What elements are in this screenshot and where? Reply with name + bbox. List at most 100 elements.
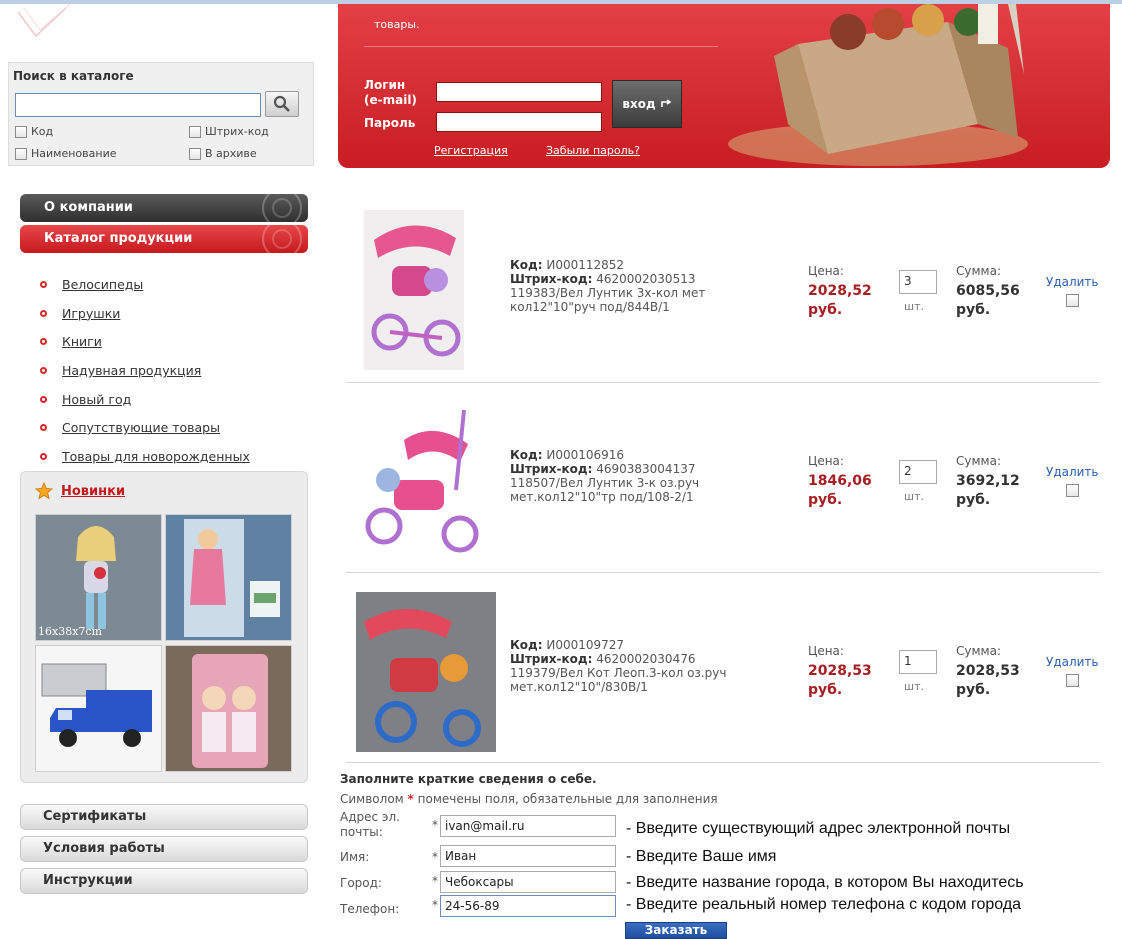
product-code: И000106916 [546,448,625,462]
bullet-icon [40,366,47,374]
barcode-label: Штрих-код: [510,652,593,666]
required-mark: * [432,818,438,832]
price-label: Цена: [808,644,844,658]
delete-label: Удалить [1046,275,1099,289]
search-input[interactable] [15,93,261,117]
category-link-newborn[interactable]: Товары для новорожденных [62,449,250,464]
truck-image [36,646,161,771]
email-label: Адрес эл. почты: [340,810,400,839]
gift-box-image [728,4,1028,166]
product-name: 118507/Вел Лунтик 3-к оз.руч мет.кол12"1… [510,476,700,504]
category-link-toys[interactable]: Игрушки [62,306,120,321]
category-link-books[interactable]: Книги [62,334,102,349]
barcode-label: Штрих-код: [510,462,593,476]
checkbox[interactable] [15,125,27,138]
required-mark: * [432,898,438,912]
new-product-thumb-doll-boxed[interactable] [165,514,292,641]
menu-terms[interactable]: Условия работы [20,836,308,862]
thumb-caption: 16x38x7cm [38,625,102,638]
product-image-1[interactable] [364,210,464,370]
logo[interactable] [0,4,318,60]
delete-checkbox[interactable] [1066,674,1079,687]
sum-label: Сумма: [956,454,1001,468]
quantity-unit: шт. [904,300,924,313]
search-button[interactable] [265,91,299,117]
price-label: Цена: [808,454,844,468]
new-product-thumb-dolls-set[interactable] [165,645,292,772]
product-code: И000109727 [546,638,625,652]
required-star: * [407,792,414,806]
search-option-code[interactable]: Код [15,125,53,138]
logo-graphic [17,4,71,38]
menu-certificates[interactable]: Сертификаты [20,804,308,830]
menu-product-catalog[interactable]: Каталог продукции [20,225,308,253]
price-label: Цена: [808,264,844,278]
dolls-set-image [166,646,291,771]
email-field[interactable]: ivan@mail.ru [440,815,616,837]
forgot-password-link[interactable]: Забыли пароль? [546,144,640,157]
delete-checkbox[interactable] [1066,294,1079,307]
register-link[interactable]: Регистрация [434,144,508,157]
form-title: Заполните краткие сведения о себе. [340,772,597,786]
category-link-new-year[interactable]: Новый год [62,392,131,407]
checkbox-label: Код [31,125,54,138]
note-text: Символом [340,792,404,806]
category-link-accessories[interactable]: Сопутствующие товары [62,420,220,435]
login-label: Логин (e-mail) [364,78,417,107]
star-icon [35,482,53,500]
product-barcode: 4620002030513 [596,272,696,286]
search-icon [273,95,290,112]
product-barcode: 4690383004137 [596,462,696,476]
new-product-thumb-truck[interactable] [35,645,162,772]
name-field[interactable]: Иван [440,845,616,867]
category-item: Сопутствующие товары [40,413,250,442]
sum-label: Сумма: [956,644,1001,658]
checkbox[interactable] [189,125,201,138]
checkbox[interactable] [15,147,27,160]
category-link-bicycles[interactable]: Велосипеды [62,277,143,292]
search-title: Поиск в каталоге [13,69,134,83]
required-mark: * [432,850,438,864]
category-item: Новый год [40,385,250,414]
product-info-3: Код: И000109727 Штрих-код: 4620002030476… [510,638,750,694]
city-field[interactable]: Чебоксары [440,871,616,893]
category-item: Книги [40,327,250,356]
search-option-name[interactable]: Наименование [15,147,116,160]
new-arrivals-link[interactable]: Новинки [61,484,125,499]
category-item: Надувная продукция [40,356,250,385]
new-product-thumb-doll[interactable]: 16x38x7cm [35,514,162,641]
row-divider [346,572,1100,573]
bullet-icon [40,424,47,432]
product-image-2[interactable] [364,400,484,562]
price-value: 1846,06 руб. [808,473,872,508]
category-link-inflatables[interactable]: Надувная продукция [62,363,201,378]
delete-label: Удалить [1046,465,1099,479]
quantity-input[interactable]: 1 [899,650,937,674]
quantity-input[interactable]: 3 [899,270,937,294]
menu-about-company[interactable]: О компании [20,194,308,222]
search-option-barcode[interactable]: Штрих-код [189,125,269,138]
login-button[interactable]: вход [612,80,682,128]
tricycle-image [356,592,496,752]
phone-field[interactable]: 24-56-89 [440,895,616,917]
product-barcode: 4620002030476 [596,652,696,666]
new-arrivals-panel: Новинки 16x38x7cm [20,471,308,783]
search-option-archive[interactable]: В архиве [189,147,257,160]
checkbox[interactable] [189,147,201,160]
order-button[interactable]: Заказать [625,922,727,939]
password-input[interactable] [436,112,602,132]
menu-instructions[interactable]: Инструкции [20,868,308,894]
menu-label: О компании [44,200,133,215]
product-name: 119379/Вел Кот Леоп.3-кол оз.руч мет.кол… [510,666,727,694]
row-divider [346,762,1100,763]
login-button-label: вход [622,97,656,111]
login-input[interactable] [436,82,602,102]
bullet-icon [40,280,47,288]
checkbox-label: Штрих-код [205,125,269,138]
delete-checkbox[interactable] [1066,484,1079,497]
enter-arrow-icon [660,99,672,107]
quantity-input[interactable]: 2 [899,460,937,484]
product-image-3[interactable] [356,592,496,752]
delete-label: Удалить [1046,655,1099,669]
name-hint: - Введите Ваше имя [626,848,777,865]
